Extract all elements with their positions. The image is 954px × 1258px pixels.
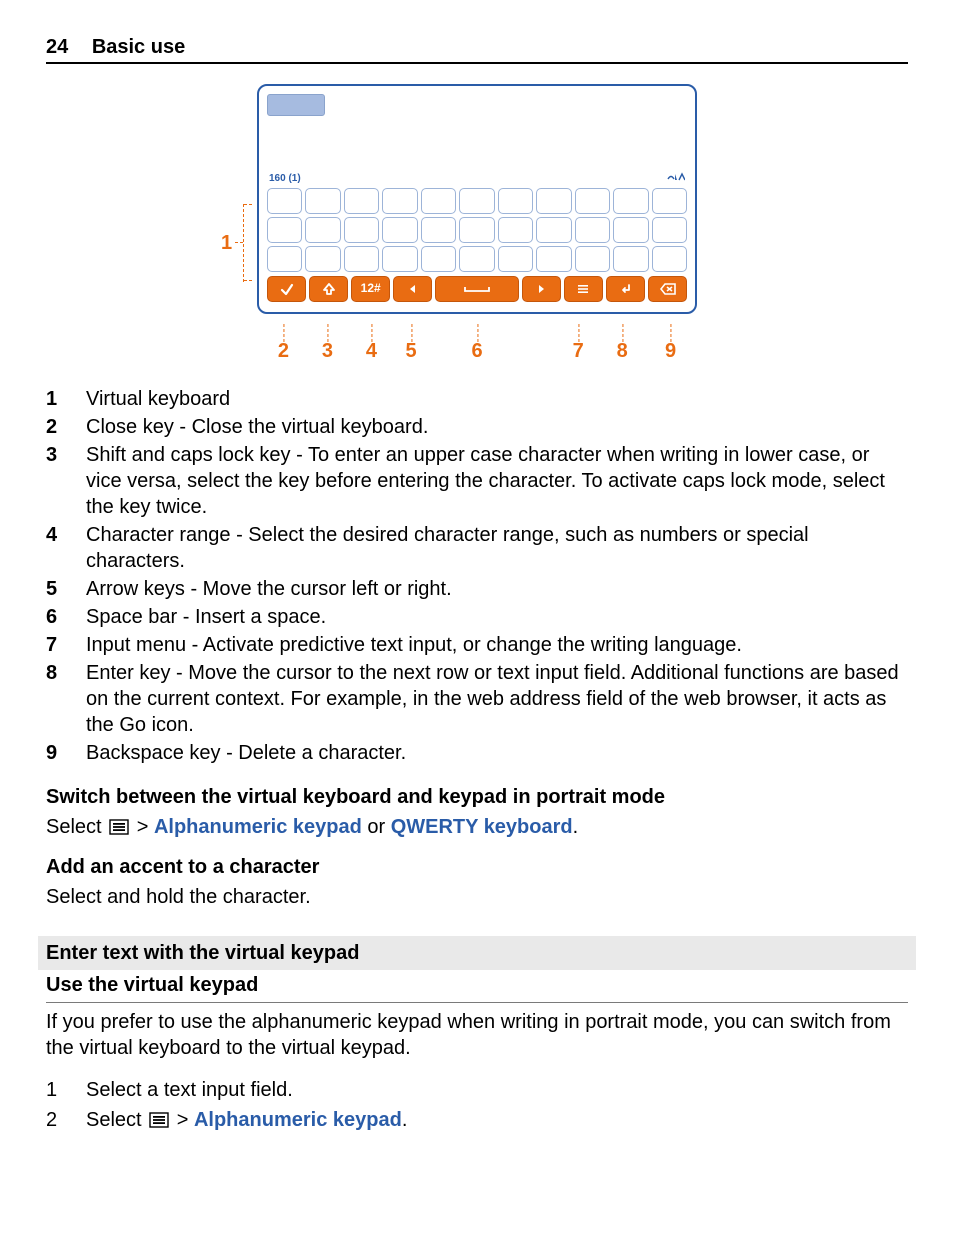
keyboard-diagram: 1 160 (1): [46, 84, 908, 362]
menu-icon: [149, 1112, 169, 1128]
switch-instruction: Select > Alphanumeric keypad or QWERTY k…: [46, 814, 908, 840]
keypad-section-band: Enter text with the virtual keypad: [38, 936, 916, 970]
input-menu-key: [564, 276, 603, 302]
callout-1-brace: [243, 204, 244, 282]
phone-frame: 160 (1) 12#: [257, 84, 697, 314]
page-number: 24: [46, 36, 68, 58]
keypad-subhead: Use the virtual keypad: [46, 970, 908, 1003]
space-key: [435, 276, 519, 302]
text-field-preview: [267, 94, 325, 116]
accent-heading: Add an accent to a character: [46, 854, 908, 880]
keyboard-legend: 1Virtual keyboard 2Close key - Close the…: [46, 386, 908, 766]
accent-body: Select and hold the character.: [46, 884, 908, 910]
shift-key: [309, 276, 348, 302]
char-range-key: 12#: [351, 276, 390, 302]
sms-counter: 160 (1): [269, 172, 301, 186]
letter-keys: [267, 188, 687, 272]
bottom-callouts: 2 3 4 5 6 7 8 9: [257, 316, 697, 362]
close-key: [267, 276, 306, 302]
keypad-intro: If you prefer to use the alphanumeric ke…: [46, 1009, 908, 1061]
arrow-right-key: [522, 276, 561, 302]
menu-icon: [109, 819, 129, 835]
switch-heading: Switch between the virtual keyboard and …: [46, 784, 908, 810]
backspace-key: [648, 276, 687, 302]
enter-key: [606, 276, 645, 302]
arrow-left-key: [393, 276, 432, 302]
function-keys: 12#: [267, 276, 687, 302]
keypad-steps: 1 Select a text input field. 2 Select > …: [46, 1077, 908, 1133]
section-title: Basic use: [92, 36, 185, 58]
predictive-icon: [667, 172, 685, 186]
callout-1: 1: [221, 230, 232, 256]
page-header: 24 Basic use: [46, 34, 908, 64]
